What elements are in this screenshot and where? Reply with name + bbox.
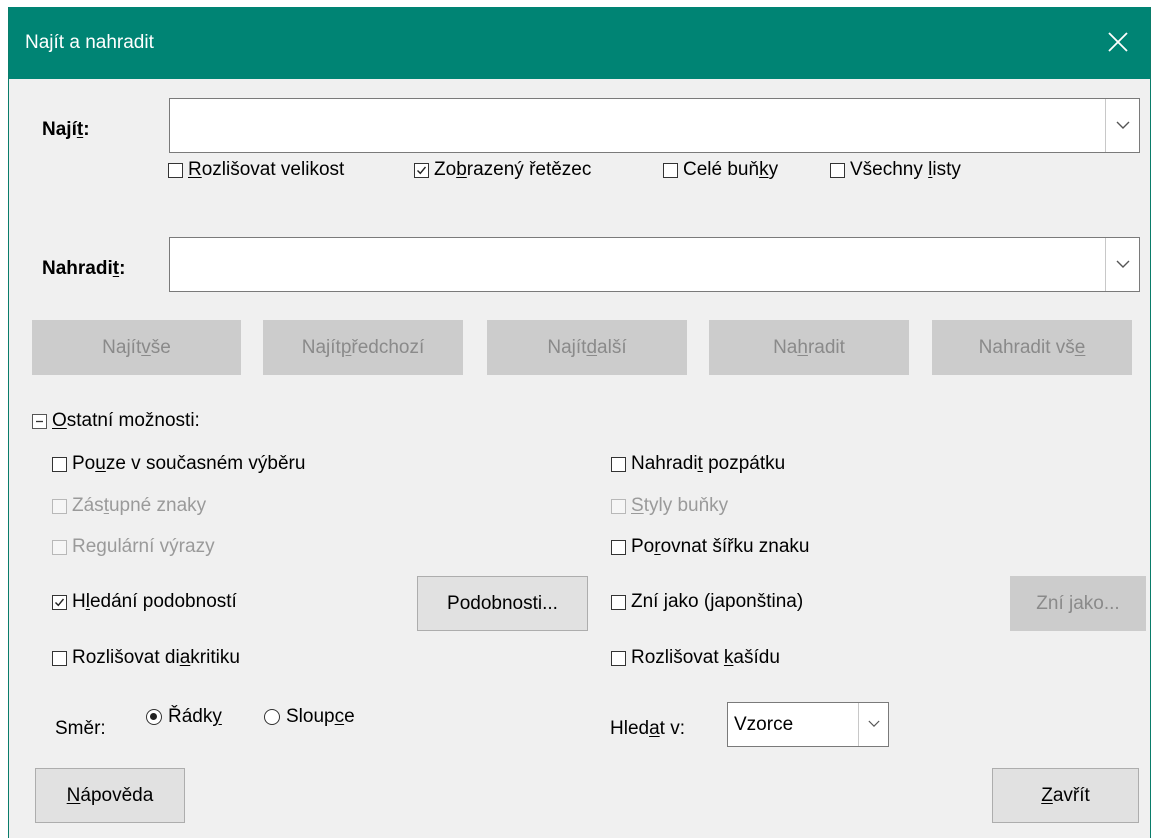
- direction-label: Směr:: [55, 718, 106, 739]
- similarity-search-label: Hledání podobností: [72, 591, 237, 612]
- sounds-like-button[interactable]: Zní jako...: [1010, 576, 1146, 631]
- similarity-button[interactable]: Podobnosti...: [417, 576, 588, 631]
- direction-columns-radio[interactable]: Sloupce: [264, 704, 355, 730]
- chevron-down-icon: [1116, 121, 1130, 129]
- collapse-icon: [32, 413, 47, 429]
- dialog-title: Najít a nahradit: [25, 32, 154, 53]
- match-case-checkbox[interactable]: Rozlišovat velikost: [168, 157, 344, 183]
- sounds-like-checkbox[interactable]: Zní jako (japonština): [611, 589, 803, 615]
- replace-backwards-label: Nahradit pozpátku: [631, 453, 786, 474]
- formatted-display-label: Zobrazený řetězec: [434, 159, 592, 180]
- find-next-button[interactable]: Najít d alší: [487, 320, 687, 375]
- check-icon: [55, 598, 65, 606]
- checkbox-box: [663, 162, 678, 178]
- regular-expressions-checkbox[interactable]: Regulární výrazy: [52, 534, 215, 560]
- search-in-dropdown-button[interactable]: [858, 703, 888, 746]
- current-selection-only-label: Pouze v současném výběru: [72, 453, 306, 474]
- find-previous-button[interactable]: Najít p ředchozí: [263, 320, 463, 375]
- close-button[interactable]: Zavřít: [992, 768, 1139, 823]
- search-in-value: Vzorce: [734, 714, 794, 735]
- find-replace-dialog: Najít a nahradit Najít: Rozlišovat velik…: [8, 7, 1151, 838]
- entire-cells-checkbox[interactable]: Celé buňky: [663, 157, 778, 183]
- direction-rows-radio[interactable]: Řádky: [146, 704, 222, 730]
- direction-rows-label: Řádky: [168, 706, 222, 727]
- replace-combobox[interactable]: [169, 237, 1140, 292]
- find-combobox[interactable]: [169, 98, 1140, 153]
- replace-all-button[interactable]: Nahradit vš e: [932, 320, 1132, 375]
- radio-button: [146, 709, 162, 725]
- diacritics-checkbox[interactable]: Rozlišovat diakritiku: [52, 645, 240, 671]
- find-label: Najít:: [42, 119, 90, 140]
- similarity-search-checkbox[interactable]: Hledání podobností: [52, 589, 237, 615]
- match-case-label: Rozlišovat velikost: [188, 159, 345, 180]
- checkbox-box: [52, 594, 67, 610]
- find-all-button[interactable]: Najít v še: [32, 320, 241, 375]
- help-button[interactable]: Nápověda: [35, 768, 185, 823]
- match-char-width-label: Porovnat šířku znaku: [631, 536, 810, 557]
- checkbox-box: [52, 650, 67, 666]
- checkbox-box: [611, 498, 626, 514]
- regular-expressions-label: Regulární výrazy: [72, 536, 215, 557]
- title-bar: Najít a nahradit: [9, 7, 1150, 79]
- other-options-expander[interactable]: Ostatní možnosti:: [32, 408, 200, 434]
- replace-button[interactable]: Na h radit: [709, 320, 909, 375]
- wildcards-checkbox[interactable]: Zástupné znaky: [52, 493, 206, 519]
- other-options-label: Ostatní možnosti:: [52, 410, 200, 431]
- close-window-button[interactable]: [1088, 7, 1150, 79]
- search-in-label: Hledat v:: [610, 718, 685, 739]
- checkbox-box: [52, 456, 67, 472]
- search-in-select[interactable]: Vzorce: [727, 702, 889, 747]
- checkbox-box: [830, 162, 845, 178]
- cell-styles-checkbox[interactable]: Styly buňky: [611, 493, 728, 519]
- replace-backwards-checkbox[interactable]: Nahradit pozpátku: [611, 451, 785, 477]
- replace-dropdown-button[interactable]: [1105, 238, 1139, 291]
- checkbox-box: [52, 498, 67, 514]
- wildcards-label: Zástupné znaky: [72, 495, 207, 516]
- entire-cells-label: Celé buňky: [683, 159, 779, 180]
- check-icon: [417, 166, 427, 174]
- checkbox-box: [611, 539, 626, 555]
- kashida-checkbox[interactable]: Rozlišovat kašídu: [611, 645, 780, 671]
- cell-styles-label: Styly buňky: [631, 495, 729, 516]
- checkbox-box: [611, 650, 626, 666]
- sounds-like-label: Zní jako (japonština): [631, 591, 804, 612]
- kashida-label: Rozlišovat kašídu: [631, 647, 780, 668]
- checkbox-box: [52, 539, 67, 555]
- all-sheets-checkbox[interactable]: Všechny listy: [830, 157, 961, 183]
- formatted-display-checkbox[interactable]: Zobrazený řetězec: [414, 157, 591, 183]
- close-icon: [1108, 32, 1128, 52]
- match-char-width-checkbox[interactable]: Porovnat šířku znaku: [611, 534, 810, 560]
- direction-columns-label: Sloupce: [286, 706, 355, 727]
- checkbox-box: [611, 456, 626, 472]
- current-selection-only-checkbox[interactable]: Pouze v současném výběru: [52, 451, 305, 477]
- checkbox-box: [414, 162, 429, 178]
- chevron-down-icon: [868, 720, 880, 727]
- replace-label: Nahradit:: [42, 258, 126, 279]
- radio-button: [264, 709, 280, 725]
- chevron-down-icon: [1116, 260, 1130, 268]
- checkbox-box: [611, 594, 626, 610]
- find-dropdown-button[interactable]: [1105, 99, 1139, 152]
- all-sheets-label: Všechny listy: [850, 159, 961, 180]
- checkbox-box: [168, 162, 183, 178]
- diacritics-label: Rozlišovat diakritiku: [72, 647, 240, 668]
